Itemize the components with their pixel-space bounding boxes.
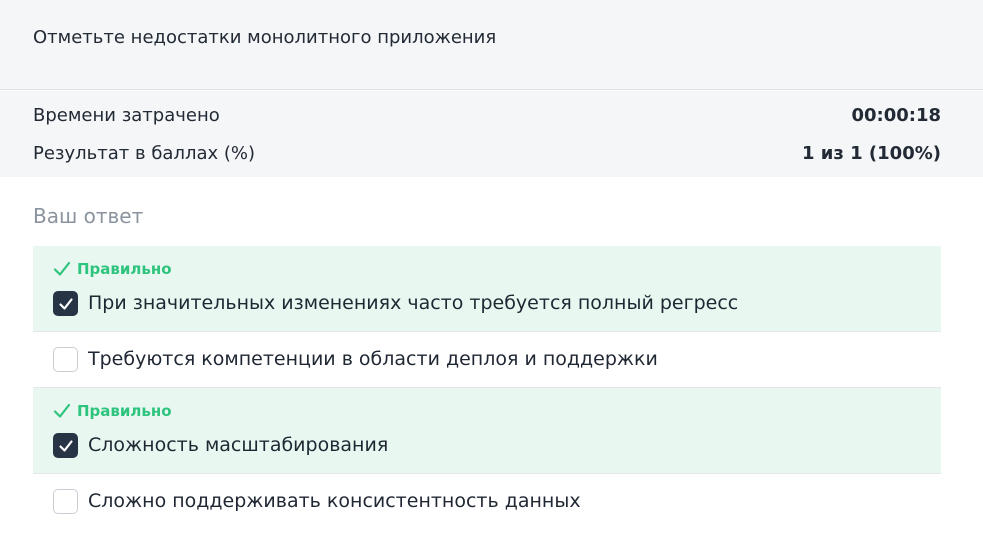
answer-option-label: Сложно поддерживать консистентность данн… bbox=[88, 490, 581, 512]
question-text: Отметьте недостатки монолитного приложен… bbox=[33, 27, 497, 48]
answer-option-label: Требуются компетенции в области деплоя и… bbox=[88, 348, 658, 370]
answer-option-label: Сложность масштабирования bbox=[88, 434, 389, 456]
score-label: Результат в баллах (%) bbox=[33, 142, 256, 164]
time-spent-label: Времени затрачено bbox=[33, 104, 220, 126]
checkbox-empty-icon[interactable] bbox=[53, 489, 78, 514]
score-row: Результат в баллах (%) 1 из 1 (100%) bbox=[33, 141, 941, 165]
correct-label: Правильно bbox=[77, 260, 172, 278]
time-spent-row: Времени затрачено 00:00:18 bbox=[33, 103, 941, 127]
answer-option-label: При значительных изменениях часто требуе… bbox=[88, 292, 739, 314]
score-value: 1 из 1 (100%) bbox=[802, 142, 941, 164]
result-stats-panel: Времени затрачено 00:00:18 Результат в б… bbox=[0, 91, 983, 177]
correct-badge: Правильно bbox=[53, 260, 172, 278]
answer-option-2: Требуются компетенции в области деплоя и… bbox=[33, 332, 941, 388]
checkbox-checked-icon[interactable] bbox=[53, 433, 78, 458]
answer-option-1: Правильно При значительных изменениях ча… bbox=[33, 246, 941, 332]
answer-option-3: Правильно Сложность масштабирования bbox=[33, 388, 941, 474]
check-icon bbox=[53, 403, 71, 418]
checkbox-empty-icon[interactable] bbox=[53, 347, 78, 372]
question-panel: Отметьте недостатки монолитного приложен… bbox=[0, 0, 983, 90]
check-icon bbox=[53, 261, 71, 276]
time-spent-value: 00:00:18 bbox=[851, 104, 941, 126]
answer-option-4: Сложно поддерживать консистентность данн… bbox=[33, 474, 941, 530]
correct-badge: Правильно bbox=[53, 402, 172, 420]
checkbox-checked-icon[interactable] bbox=[53, 291, 78, 316]
answer-options-list: Правильно При значительных изменениях ча… bbox=[33, 246, 941, 530]
your-answer-heading: Ваш ответ bbox=[33, 204, 144, 228]
correct-label: Правильно bbox=[77, 402, 172, 420]
